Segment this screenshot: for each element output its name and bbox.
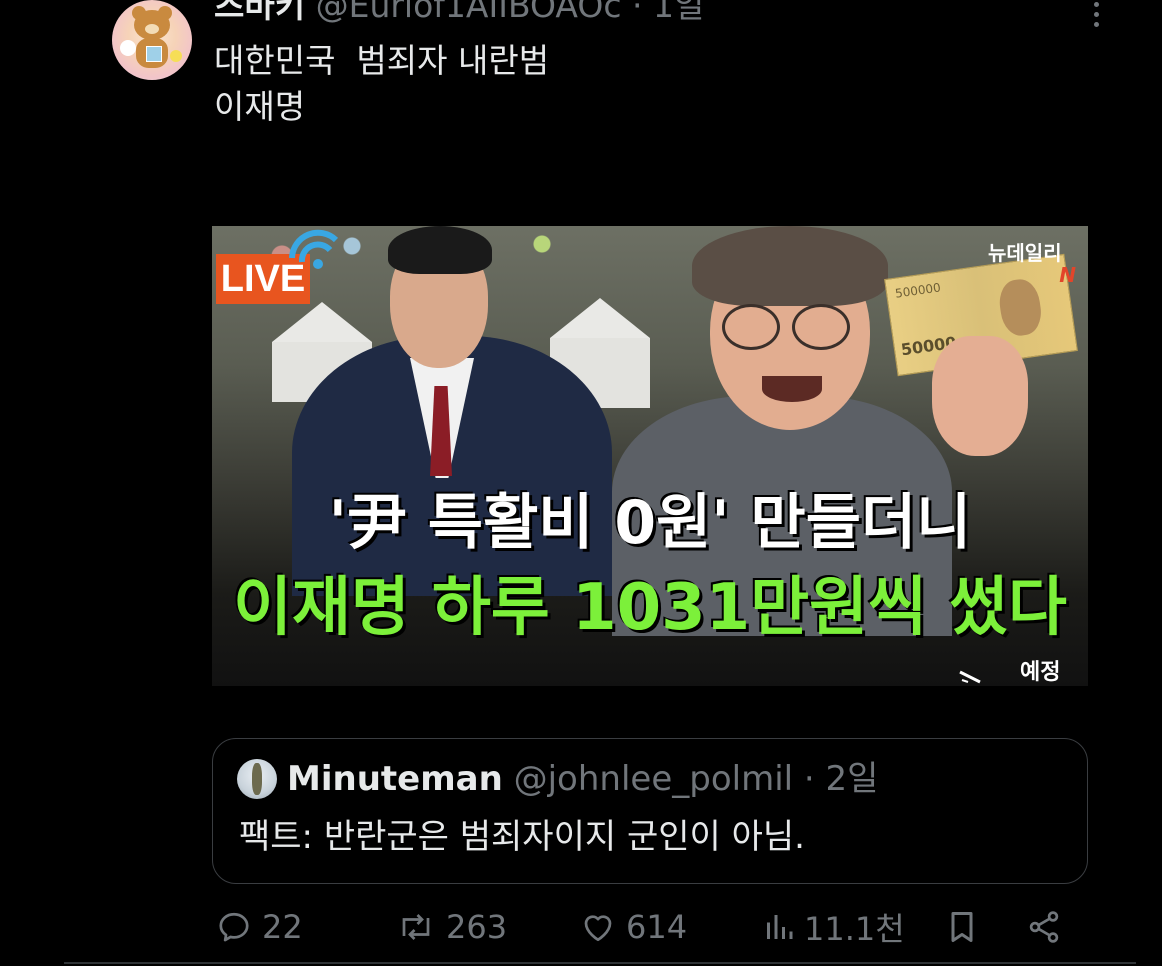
tweet-text: 대한민국 범죄자 내란범 이재명 [214, 41, 550, 126]
bookmark-button[interactable] [944, 900, 980, 954]
background-tent [272, 302, 372, 342]
tweet-media-image[interactable]: 500000 50000 LIVE 뉴데일리 N '尹 특활비 0원' 만들더니… [212, 226, 1088, 686]
views-button[interactable]: 11.1천 [764, 900, 905, 954]
quote-time[interactable]: 2일 [826, 759, 879, 799]
repost-count: 263 [446, 908, 508, 946]
reply-button[interactable]: 22 [216, 900, 303, 954]
views-icon [767, 915, 793, 939]
like-button[interactable]: 614 [580, 900, 687, 954]
view-count: 11.1천 [804, 910, 905, 948]
post-time[interactable]: 1일 [653, 0, 704, 25]
action-bar: 22 263 614 11.1천 [214, 900, 1074, 954]
quote-author-avatar[interactable] [237, 759, 277, 799]
person-right-glasses [722, 304, 780, 350]
share-button[interactable] [1026, 900, 1062, 954]
person-right-mouth [762, 376, 822, 402]
like-icon [584, 915, 612, 942]
news-logo: 뉴데일리 N [988, 242, 1084, 300]
author-avatar[interactable] [112, 0, 192, 80]
hand-holding-banknote [932, 336, 1028, 456]
avatar-statue [252, 763, 262, 795]
repost-icon [402, 914, 430, 940]
bookmark-icon [951, 912, 973, 942]
news-logo-title: 뉴데일리 [988, 241, 1062, 265]
quote-author-name[interactable]: Minuteman [287, 759, 503, 799]
tweet-header: 즈바키 @Eurlof1AIIBOAOc · 1일 [214, 0, 704, 26]
quote-author-handle[interactable]: @johnlee_polmil [514, 759, 793, 799]
reply-count: 22 [262, 908, 303, 946]
quote-text: 팩트: 반란군은 범죄자이지 군인이 아님. [239, 817, 805, 857]
author-handle[interactable]: @Eurlof1AIIBOAOc [316, 0, 622, 25]
avatar-chick [170, 50, 182, 62]
share-icon [1029, 911, 1059, 943]
person-right-glasses [792, 304, 850, 350]
more-icon[interactable] [1088, 2, 1104, 30]
quote-header: Minuteman @johnlee_polmil · 2일 [287, 757, 878, 801]
caption-line-2: 이재명 하루 1031만원씩 썼다 [233, 571, 1067, 645]
reply-icon [219, 912, 249, 942]
caption-line-1: '尹 특활비 0원' 만들더니 [328, 488, 972, 558]
avatar-bunny [120, 40, 136, 56]
tweet-divider [64, 962, 1136, 964]
broadcast-icon [289, 229, 339, 269]
avatar-bear-muzzle [145, 24, 159, 34]
avatar-gift [146, 46, 162, 62]
header-separator: · [632, 0, 643, 25]
media-footer-note: 예정 [1020, 660, 1061, 685]
like-count: 614 [626, 908, 688, 946]
quote-header-separator: · [803, 759, 815, 799]
broadcast-mark-icon [959, 670, 981, 684]
news-logo-mark: N [1059, 263, 1076, 287]
person-right-hair [692, 226, 888, 306]
person-left-hair [388, 226, 492, 274]
tweet: 즈바키 @Eurlof1AIIBOAOc · 1일 대한민국 범죄자 내란범 이… [0, 0, 1162, 966]
repost-button[interactable]: 263 [396, 900, 507, 954]
quoted-tweet[interactable]: Minuteman @johnlee_polmil · 2일 팩트: 반란군은 … [212, 738, 1088, 884]
background-tent [550, 298, 650, 338]
author-name[interactable]: 즈바키 [214, 0, 305, 25]
banknote-top-number: 500000 [894, 280, 942, 301]
